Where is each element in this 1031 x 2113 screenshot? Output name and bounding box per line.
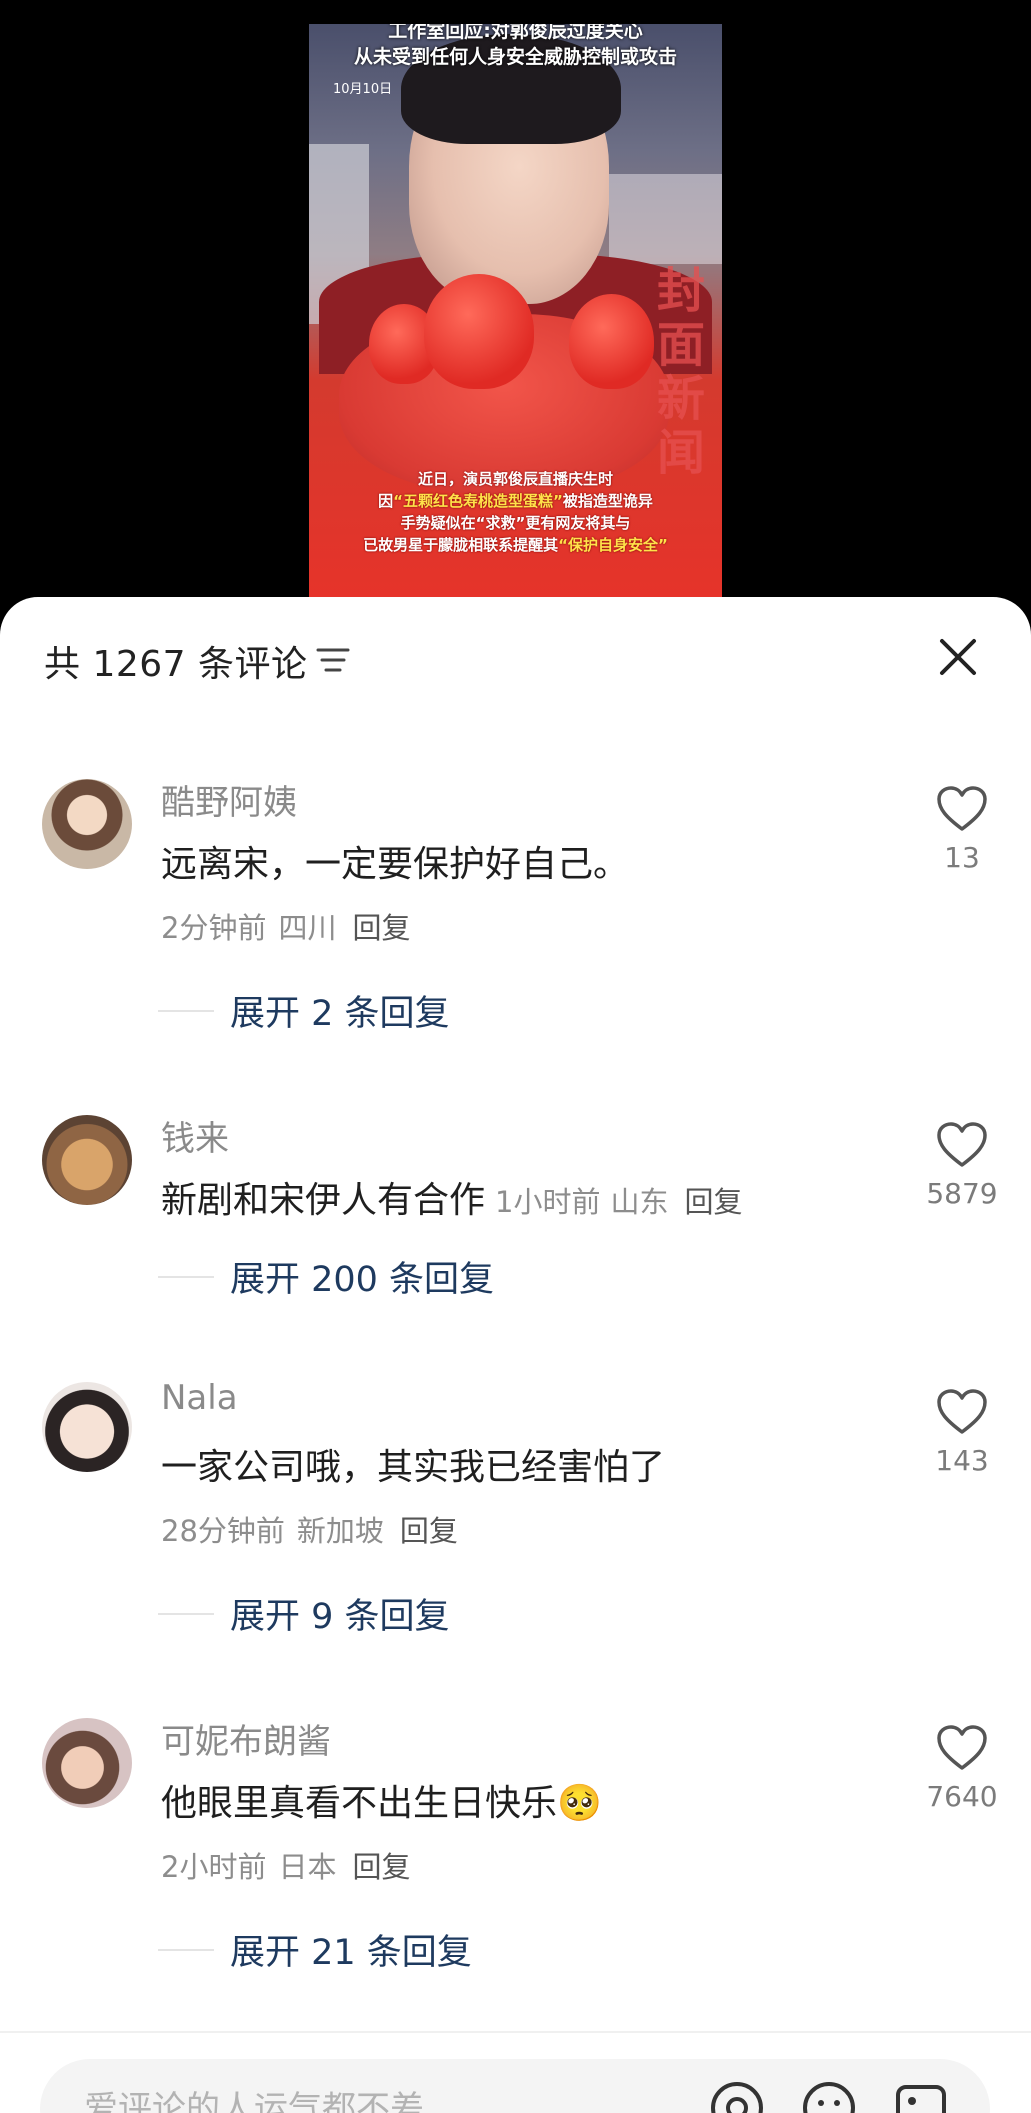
like-count: 7640 (926, 1780, 998, 1813)
avatar[interactable] (42, 779, 132, 869)
sort-icon[interactable] (316, 646, 350, 674)
expand-replies-label: 展开 9 条回复 (230, 1597, 450, 1637)
expand-divider (158, 1948, 214, 1951)
avatar[interactable] (42, 1382, 132, 1472)
comment-text[interactable]: 远离宋，一定要保护好自己。 (161, 835, 629, 887)
caption-line: 因“五颗红色寿桃造型蛋糕”被指造型诡异 (309, 490, 722, 512)
comment-count: 共 1267 条评论 (44, 644, 308, 685)
heart-icon (937, 1725, 987, 1770)
caption-line: 近日，演员郭俊辰直播庆生时 (417, 470, 613, 488)
watermark: 封面新闻 (656, 263, 705, 481)
comments-header: 共 1267 条评论 (0, 597, 1031, 717)
expand-divider (158, 1275, 214, 1278)
expand-replies-label: 展开 21 条回复 (230, 1933, 472, 1973)
reply-button[interactable]: 回复 (352, 1850, 410, 1884)
comment-meta: 2小时前 日本 回复 (161, 1844, 410, 1886)
comment-location: 日本 (278, 1850, 337, 1884)
comment-text[interactable]: 他眼里真看不出生日快乐🥺 (161, 1774, 602, 1826)
comment-location: 新加坡 (296, 1514, 384, 1548)
expand-divider (158, 1612, 214, 1615)
caption-line: 从未受到任何人身安全威胁控制或攻击 (353, 46, 677, 68)
like-button[interactable]: 5879 (918, 1121, 1006, 1210)
comments-sheet: 共 1267 条评论 酷野阿姨 远离宋，一定要保护好自己。 2分钟前 四川 回复 1… (0, 597, 1031, 2113)
close-icon[interactable] (936, 635, 980, 679)
expand-replies[interactable]: 展开 200 条回复 (158, 1251, 494, 1302)
comment-meta: 2分钟前 四川 回复 (161, 905, 410, 947)
caption-highlight: “保护自身安全” (558, 536, 668, 554)
like-button[interactable]: 13 (918, 785, 1006, 874)
heart-icon (937, 1389, 987, 1434)
caption-line: 工作室回应:对郭俊辰过度关心 (388, 24, 643, 42)
video-frame[interactable]: 封面新闻 工作室回应:对郭俊辰过度关心 从未受到任何人身安全威胁控制或攻击 10… (309, 24, 722, 600)
comment-meta: 28分钟前 新加坡 回复 (161, 1508, 458, 1550)
video-date: 10月10日 (333, 82, 393, 97)
comment-username[interactable]: 可妮布朗酱 (161, 1714, 331, 1763)
comment-text-content: 他眼里真看不出生日快乐 (161, 1783, 558, 1824)
peach-decoration (569, 294, 654, 389)
like-count: 13 (944, 841, 980, 874)
expand-replies-label: 展开 2 条回复 (230, 994, 450, 1034)
expand-replies-label: 展开 200 条回复 (230, 1260, 495, 1300)
emoji-icon[interactable] (800, 2079, 858, 2113)
comment-input[interactable]: 爱评论的人运气都不差 (40, 2059, 990, 2113)
comment-time: 28分钟前 (161, 1514, 285, 1548)
reply-button[interactable]: 回复 (684, 1185, 742, 1219)
caption-fragment: 被指造型诡异 (562, 492, 653, 510)
avatar[interactable] (42, 1718, 132, 1808)
expand-divider (158, 1009, 214, 1012)
like-button[interactable]: 7640 (918, 1724, 1006, 1813)
pleading-face-emoji: 🥺 (557, 1783, 602, 1824)
comment-text[interactable]: 新剧和宋伊人有合作 1小时前 山东 回复 (161, 1171, 743, 1223)
comment-location: 山东 (610, 1185, 669, 1219)
peach-decoration (424, 274, 534, 389)
comment-username[interactable]: Nala (161, 1378, 238, 1418)
expand-replies[interactable]: 展开 21 条回复 (158, 1924, 472, 1975)
comment-text-content: 新剧和宋伊人有合作 (161, 1180, 486, 1221)
video-caption-top: 工作室回应:对郭俊辰过度关心 从未受到任何人身安全威胁控制或攻击 (309, 24, 722, 70)
caption-fragment: 已故男星于朦胧相联系提醒其 (363, 536, 559, 554)
comment-username[interactable]: 酷野阿姨 (161, 775, 297, 824)
caption-fragment: 因 (378, 492, 394, 510)
heart-icon (937, 786, 987, 831)
caption-highlight: “五颗红色寿桃造型蛋糕” (393, 492, 563, 510)
comment-time: 2分钟前 (161, 911, 267, 945)
comment-time: 1小时前 (495, 1185, 601, 1219)
heart-icon (937, 1122, 987, 1167)
video-caption-bottom: 近日，演员郭俊辰直播庆生时 因“五颗红色寿桃造型蛋糕”被指造型诡异 手势疑似在“… (309, 468, 722, 556)
like-count: 5879 (926, 1177, 998, 1210)
input-divider (0, 2031, 1031, 2033)
like-button[interactable]: 143 (918, 1388, 1006, 1477)
comment-username[interactable]: 钱来 (161, 1111, 229, 1160)
comment-time: 2小时前 (161, 1850, 267, 1884)
reply-button[interactable]: 回复 (352, 911, 410, 945)
reply-button[interactable]: 回复 (400, 1514, 458, 1548)
like-count: 143 (935, 1444, 989, 1477)
video-player[interactable]: 封面新闻 工作室回应:对郭俊辰过度关心 从未受到任何人身安全威胁控制或攻击 10… (0, 0, 1031, 620)
expand-replies[interactable]: 展开 2 条回复 (158, 985, 450, 1036)
caption-line: 已故男星于朦胧相联系提醒其“保护自身安全” (309, 534, 722, 556)
comment-text[interactable]: 一家公司哦，其实我已经害怕了 (161, 1438, 665, 1490)
comment-location: 四川 (278, 911, 337, 945)
image-icon[interactable] (892, 2079, 950, 2113)
expand-replies[interactable]: 展开 9 条回复 (158, 1588, 450, 1639)
at-icon[interactable] (708, 2079, 766, 2113)
caption-line: 手势疑似在“求救”更有网友将其与 (400, 514, 631, 532)
comment-input-placeholder: 爱评论的人运气都不差 (84, 2089, 424, 2113)
avatar[interactable] (42, 1115, 132, 1205)
